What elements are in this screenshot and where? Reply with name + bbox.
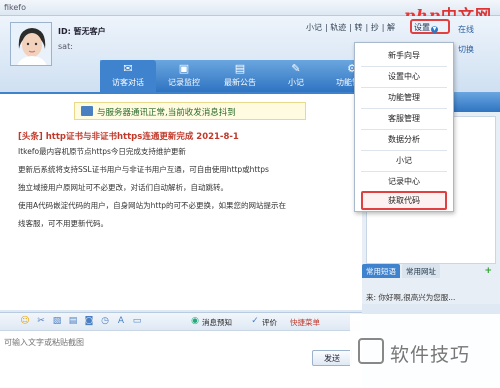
monitor-icon: ▣	[178, 62, 190, 75]
link-track[interactable]: 轨迹	[330, 23, 346, 32]
user-id: ID: 暂无客户	[58, 27, 106, 36]
avatar-portrait-icon	[11, 23, 51, 65]
menu-item-notes[interactable]: 小记	[361, 152, 447, 169]
avatar[interactable]	[10, 22, 52, 66]
quick-menu-label[interactable]: 快捷菜单	[290, 317, 320, 328]
message-input[interactable]	[4, 335, 304, 349]
title-bar: fikefo php中文网	[0, 0, 500, 25]
settings-button[interactable]: 设置 ▼	[410, 19, 450, 34]
tab-label: 访客对话	[112, 78, 144, 87]
input-toolbar: ☺ ✂ ▧ ▤ ◙ ◷ A ▭ ◉ 消息预知 ✓ 评价 快捷菜单	[0, 312, 362, 330]
top-links: 小记 | 轨迹 | 转 | 抄 | 解	[306, 23, 395, 32]
settings-label: 设置	[414, 23, 430, 32]
tab-label: 最新公告	[224, 78, 256, 87]
menu-separator	[361, 171, 447, 172]
tab-visitor-chat[interactable]: ✉ 访客对话	[100, 60, 156, 92]
file-icon[interactable]: ▤	[68, 316, 78, 326]
message-preview-label[interactable]: 消息预知	[202, 317, 232, 328]
chevron-down-icon: ▼	[431, 26, 438, 33]
link-copy[interactable]: 抄	[371, 23, 379, 32]
tab-label: 记录监控	[168, 78, 200, 87]
tab-common-phrases[interactable]: 常用短语	[362, 264, 400, 278]
announcement-line: 独立域接用户原网址可不必更改，对话们自动解析，自动跳转。	[18, 183, 228, 192]
announcement-line: 使用A代码嵌淀代码的用户，自身网站为http的可不必更换，如果您的网站提示在	[18, 201, 287, 210]
send-button[interactable]: 发送	[312, 350, 352, 366]
menu-item-get-code[interactable]: 获取代码	[361, 191, 447, 210]
menu-separator	[361, 87, 447, 88]
link-notes[interactable]: 小记	[306, 23, 322, 32]
app-name: fikefo	[4, 3, 27, 12]
history-icon[interactable]: ◷	[100, 316, 110, 326]
server-status: 与服务器通讯正常,当前收发消息抖到	[74, 102, 306, 120]
window-icon[interactable]: ▭	[132, 316, 142, 326]
note-icon: ✎	[291, 62, 301, 75]
watermark-text: 软件技巧	[390, 344, 471, 366]
menu-item-record-center[interactable]: 记录中心	[361, 173, 447, 190]
switch-label[interactable]: 切换	[458, 44, 474, 55]
menu-separator	[361, 66, 447, 67]
right-panel-tabs: 常用短语 常用网址	[362, 264, 500, 278]
notice-icon: ▤	[234, 62, 246, 75]
preview-icon[interactable]: ◉	[190, 316, 200, 326]
tab-latest-notice[interactable]: ▤ 最新公告	[212, 60, 268, 92]
font-icon[interactable]: A	[116, 316, 126, 326]
link-resolve[interactable]: 解	[387, 23, 395, 32]
menu-item-service-management[interactable]: 客服管理	[361, 110, 447, 127]
save-icon[interactable]: ◙	[84, 316, 94, 326]
menu-separator	[361, 150, 447, 151]
rate-icon[interactable]: ✓	[250, 316, 260, 326]
image-icon[interactable]: ▧	[52, 316, 62, 326]
chat-icon: ✉	[123, 62, 133, 75]
conversation-panel: 与服务器通讯正常,当前收发消息抖到 [头条] http证书与非证书https连通…	[0, 92, 362, 310]
phrase-item[interactable]: 来: 你好啊,很高兴为您服...	[366, 292, 496, 303]
online-label[interactable]: 在线	[458, 24, 474, 35]
tab-record-monitor[interactable]: ▣ 记录监控	[156, 60, 212, 92]
menu-item-feature-management[interactable]: 功能管理	[361, 89, 447, 106]
monitor-icon	[81, 106, 93, 116]
tab-notes[interactable]: ✎ 小记	[268, 60, 324, 92]
tab-common-urls[interactable]: 常用网址	[402, 264, 440, 278]
tab-label: 小记	[288, 78, 304, 87]
emoji-icon[interactable]: ☺	[20, 316, 30, 326]
status-text: 与服务器通讯正常,当前收发消息抖到	[97, 108, 236, 118]
nav-tabs: ✉ 访客对话 ▣ 记录监控 ▤ 最新公告 ✎ 小记 ⚙ 功能管理	[100, 60, 380, 92]
link-transfer[interactable]: 转	[355, 23, 363, 32]
watermark-overlay: 软件技巧	[350, 314, 500, 388]
message-input-area[interactable]	[0, 330, 362, 388]
settings-dropdown-menu: 新手向导 设置中心 功能管理 客服管理 数据分析 小记 记录中心 获取代码	[354, 42, 454, 212]
menu-separator	[361, 129, 447, 130]
announcement-line: 线客服，可不用更新代码。	[18, 219, 108, 228]
announcement-line: Itkefo最内容机原节点https今日完成支持维护更新	[18, 147, 186, 156]
user-subline: sat:	[58, 42, 73, 51]
menu-item-settings-center[interactable]: 设置中心	[361, 68, 447, 85]
menu-item-data-analysis[interactable]: 数据分析	[361, 131, 447, 148]
add-icon[interactable]: +	[484, 266, 492, 276]
screenshot-icon[interactable]: ✂	[36, 316, 46, 326]
rate-label[interactable]: 评价	[262, 317, 277, 328]
menu-item-beginner-guide[interactable]: 新手向导	[361, 47, 447, 64]
announcement-line: 更新后系统将支持SSL证书用户与非证书用户互通，可自由使用http或https	[18, 165, 269, 174]
menu-separator	[361, 108, 447, 109]
watermark-logo-icon	[358, 338, 384, 364]
headline: [头条] http证书与非证书https连通更新完成 2021-8-1	[18, 132, 239, 142]
